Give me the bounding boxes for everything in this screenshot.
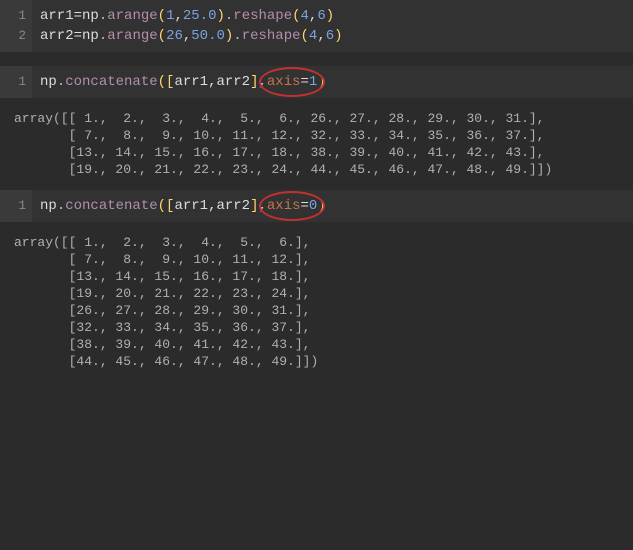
- output-cell-1: array([[ 1., 2., 3., 4., 5., 6., 26., 27…: [0, 98, 633, 190]
- line-number: 1: [0, 6, 26, 26]
- tok-num: 6: [326, 28, 334, 44]
- tok-var: arr1: [174, 74, 208, 90]
- tok-num: 4: [301, 8, 309, 24]
- tok-dot: .: [233, 28, 241, 44]
- code-cell-2: 1 np.concatenate([arr1,arr2],axis=1): [0, 66, 633, 98]
- gutter: 1: [0, 190, 32, 222]
- line-number: 1: [0, 196, 26, 216]
- tok-num: 50.0: [191, 28, 225, 44]
- line-number: 2: [0, 26, 26, 46]
- tok-obj: np: [82, 28, 99, 44]
- tok-comma: ,: [317, 28, 325, 44]
- tok-var: arr2: [40, 28, 74, 44]
- tok-paren: ): [334, 28, 342, 44]
- tok-func: concatenate: [65, 74, 157, 90]
- tok-var: arr2: [216, 74, 250, 90]
- tok-func: concatenate: [65, 198, 157, 214]
- output-text: array([[ 1., 2., 3., 4., 5., 6.], [ 7., …: [14, 235, 318, 369]
- tok-paren: (: [158, 28, 166, 44]
- tok-num: 25.0: [183, 8, 217, 24]
- tok-op: =: [74, 28, 82, 44]
- tok-obj: np: [82, 8, 99, 24]
- tok-num: 1: [309, 74, 317, 90]
- tok-paren: ): [317, 198, 325, 214]
- code-line: np.concatenate([arr1,arr2],axis=1): [40, 72, 625, 92]
- tok-paren: ): [326, 8, 334, 24]
- cell-gap: [0, 52, 633, 66]
- tok-paren: (: [292, 8, 300, 24]
- tok-num: 26: [166, 28, 183, 44]
- tok-func: reshape: [233, 8, 292, 24]
- code-content[interactable]: np.concatenate([arr1,arr2],axis=1): [32, 66, 633, 98]
- output-text: array([[ 1., 2., 3., 4., 5., 6., 26., 27…: [14, 111, 552, 177]
- tok-op: =: [301, 198, 309, 214]
- tok-obj: np: [40, 74, 57, 90]
- gutter: 1 2: [0, 0, 32, 52]
- line-number: 1: [0, 72, 26, 92]
- tok-paren: ): [317, 74, 325, 90]
- highlight-axis-0: axis=0: [267, 196, 317, 216]
- tok-kw: axis: [267, 74, 301, 90]
- code-line-2: arr2=np.arange(26,50.0).reshape(4,6): [40, 26, 625, 46]
- tok-func: reshape: [242, 28, 301, 44]
- tok-op: =: [74, 8, 82, 24]
- code-cell-3: 1 np.concatenate([arr1,arr2],axis=0): [0, 190, 633, 222]
- tok-obj: np: [40, 198, 57, 214]
- tok-var: arr1: [40, 8, 74, 24]
- tok-paren: ): [216, 8, 224, 24]
- tok-op: =: [301, 74, 309, 90]
- code-line-1: arr1=np.arange(1,25.0).reshape(4,6): [40, 6, 625, 26]
- tok-func: arange: [107, 8, 157, 24]
- code-cell-1: 1 2 arr1=np.arange(1,25.0).reshape(4,6)a…: [0, 0, 633, 52]
- tok-dot: .: [99, 8, 107, 24]
- tok-comma: ,: [258, 74, 266, 90]
- tok-comma: ,: [174, 8, 182, 24]
- tok-num: 0: [309, 198, 317, 214]
- output-cell-2: array([[ 1., 2., 3., 4., 5., 6.], [ 7., …: [0, 222, 633, 382]
- tok-dot: .: [57, 74, 65, 90]
- highlight-axis-1: axis=1: [267, 72, 317, 92]
- tok-kw: axis: [267, 198, 301, 214]
- tok-var: arr1: [174, 198, 208, 214]
- tok-comma: ,: [258, 198, 266, 214]
- tok-paren: (: [158, 74, 166, 90]
- tok-dot: .: [99, 28, 107, 44]
- tok-dot: .: [57, 198, 65, 214]
- tok-paren: (: [158, 8, 166, 24]
- tok-num: 6: [317, 8, 325, 24]
- code-content[interactable]: np.concatenate([arr1,arr2],axis=0): [32, 190, 633, 222]
- tok-paren: (: [158, 198, 166, 214]
- code-line: np.concatenate([arr1,arr2],axis=0): [40, 196, 625, 216]
- tok-paren: (: [301, 28, 309, 44]
- tok-func: arange: [107, 28, 157, 44]
- tok-var: arr2: [216, 198, 250, 214]
- code-content[interactable]: arr1=np.arange(1,25.0).reshape(4,6)arr2=…: [32, 0, 633, 52]
- gutter: 1: [0, 66, 32, 98]
